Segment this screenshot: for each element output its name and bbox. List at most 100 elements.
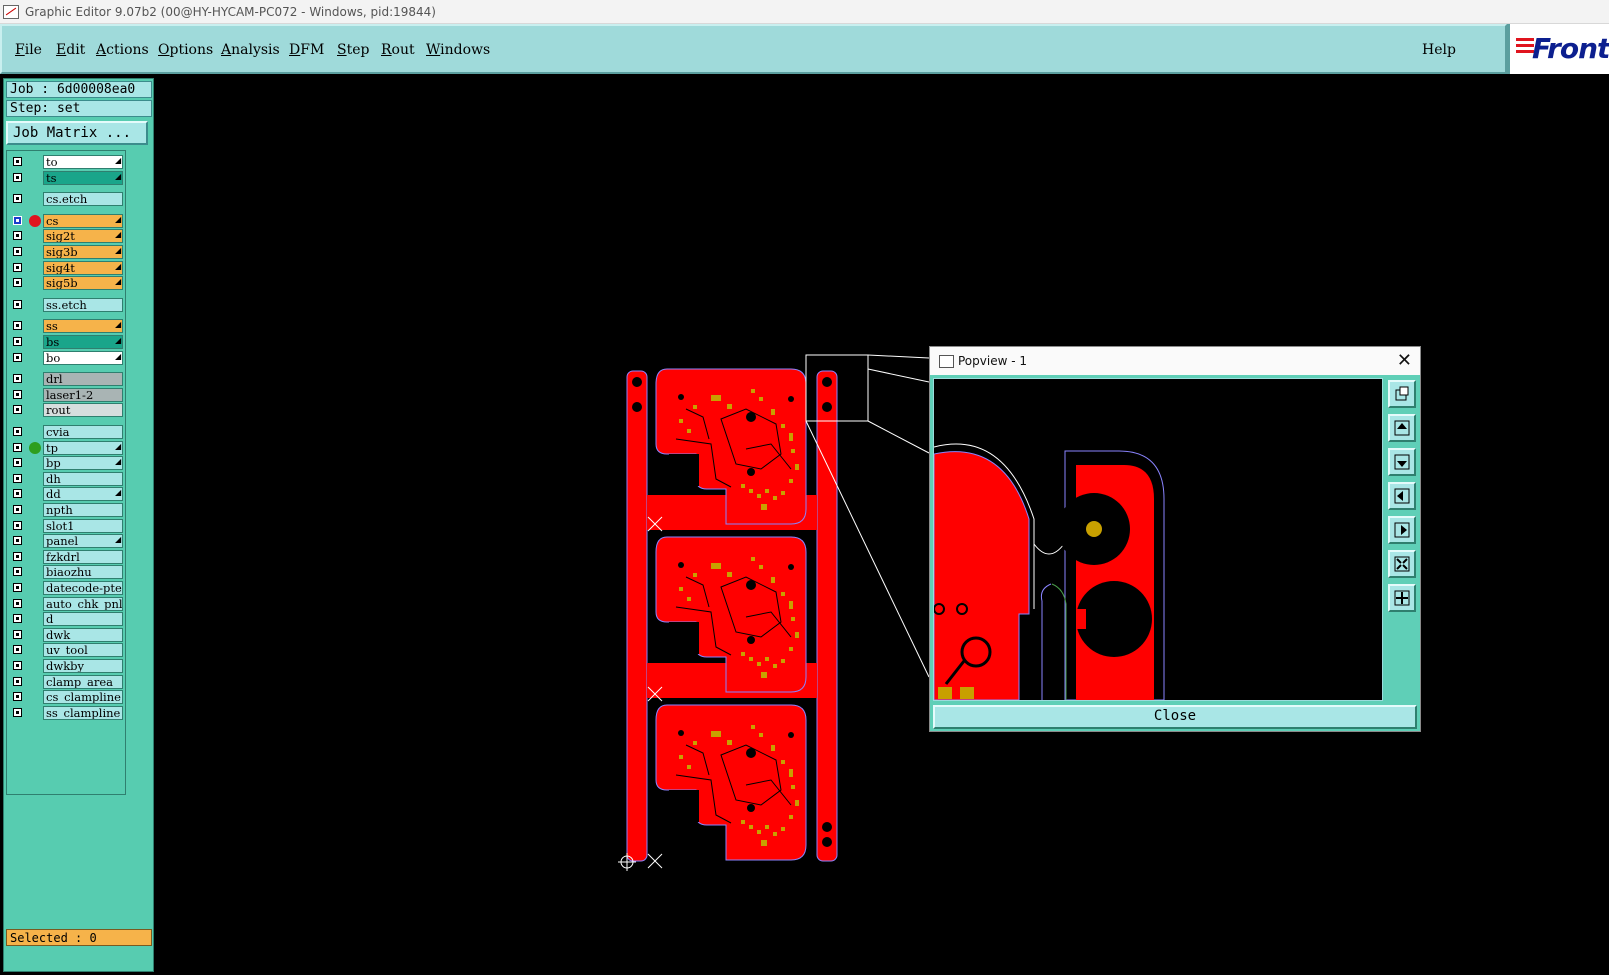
layer-checkbox[interactable] [13,427,22,436]
popview-close-button[interactable]: Close [933,705,1417,729]
layer-name[interactable]: clamp_area [43,674,123,689]
menu-step[interactable]: Step [337,42,369,58]
layer-name[interactable]: bo [43,350,123,365]
layer-row-clamp-area[interactable]: clamp_area [7,674,127,689]
layer-checkbox[interactable] [13,172,22,182]
layer-name[interactable]: dh [43,471,123,486]
layer-row-drl[interactable]: drl [7,372,127,387]
menu-help[interactable]: Help [1422,42,1456,58]
layer-row-sig5b[interactable]: sig5b ◢ [7,276,127,291]
menu-rout[interactable]: Rout [381,42,415,58]
layer-row-ss-clampline[interactable]: ss_clampline [7,705,127,720]
layer-checkbox[interactable] [13,661,22,670]
layer-checkbox[interactable] [13,645,22,655]
layer-name[interactable]: slot1 [43,518,123,533]
layer-name[interactable]: tp [43,440,123,455]
layer-checkbox[interactable] [13,473,22,483]
layer-name[interactable]: cs_clampline [43,690,123,705]
layer-checkbox[interactable] [13,374,22,384]
layer-row-sig2t[interactable]: sig2t ◢ [7,229,127,244]
layer-checkbox[interactable] [13,442,22,452]
pan-up-icon[interactable] [1388,414,1416,442]
pan-down-icon[interactable] [1388,448,1416,476]
layer-name[interactable]: laser1-2 [43,387,123,402]
zoom-window-icon[interactable] [1388,380,1416,408]
layer-checkbox[interactable] [13,583,22,592]
layer-name[interactable]: to [43,155,123,169]
layer-name[interactable]: uv_tool [43,643,123,658]
layer-checkbox[interactable] [13,598,22,608]
layer-row-cs-etch[interactable]: cs.etch [7,192,127,207]
layer-name[interactable]: sig5b [43,276,123,291]
layer-name[interactable]: datecode-pte [43,581,123,595]
layer-row-bp[interactable]: bp ◢ [7,456,127,471]
layer-name[interactable]: drl [43,372,123,387]
layer-name[interactable]: ts [43,170,123,185]
layer-checkbox[interactable] [13,247,22,256]
layer-row-bo[interactable]: bo ◢ [7,350,127,365]
layer-row-datecode-pte[interactable]: datecode-pte [7,581,127,595]
layer-row-panel[interactable]: panel ◢ [7,534,127,549]
layer-checkbox[interactable] [13,405,22,415]
menu-windows[interactable]: Windows [426,42,490,58]
layer-row-dwkby[interactable]: dwkby [7,659,127,673]
layer-row-cs[interactable]: cs ◢ [7,213,127,228]
layer-name[interactable]: sig2t [43,229,123,244]
layer-name[interactable]: cvia [43,425,123,439]
zoom-in-icon[interactable] [1388,584,1416,612]
layer-checkbox[interactable] [13,337,22,346]
layer-name[interactable]: bs [43,335,123,349]
close-icon[interactable]: ✕ [1397,350,1412,371]
popview-zoom-view[interactable] [933,378,1383,701]
layer-row-fzkdrl[interactable]: fzkdrl [7,549,127,564]
layer-row-dd[interactable]: dd ◢ [7,487,127,502]
layer-checkbox[interactable] [13,520,22,530]
layer-checkbox[interactable] [13,389,22,399]
menu-actions[interactable]: Actions [96,42,149,58]
layer-row-dh[interactable]: dh [7,471,127,486]
layer-checkbox[interactable] [13,321,22,331]
layer-row-d[interactable]: d [7,612,127,627]
layer-name[interactable]: cs.etch [43,192,123,207]
layer-row-cs-clampline[interactable]: cs_clampline [7,690,127,705]
layer-row-to[interactable]: to ◢ [7,155,127,169]
layer-row-sig3b[interactable]: sig3b ◢ [7,245,127,259]
layer-row-slot1[interactable]: slot1 [7,518,127,533]
job-matrix-button[interactable]: Job Matrix ... [6,121,148,145]
menu-dfm[interactable]: DFM [289,42,324,58]
layer-row-biaozhu[interactable]: biaozhu [7,565,127,580]
layer-name[interactable]: npth [43,503,123,517]
layer-name[interactable]: ss.etch [43,297,123,312]
layer-checkbox[interactable] [13,676,22,686]
layer-name[interactable]: dwkby [43,659,123,673]
layer-checkbox[interactable] [13,692,22,702]
layer-name[interactable]: sig3b [43,245,123,259]
layer-checkbox[interactable] [13,458,22,468]
layer-name[interactable]: dd [43,487,123,502]
layer-checkbox[interactable] [13,299,22,309]
layer-checkbox[interactable] [13,352,22,362]
layer-checkbox[interactable] [13,194,22,204]
layer-row-auto-chk-pnl[interactable]: auto_chk_pnl [7,596,127,611]
layer-checkbox[interactable] [13,614,22,624]
layer-checkbox[interactable] [13,215,22,225]
layer-row-ts[interactable]: ts ◢ [7,170,127,185]
layer-row-uv-tool[interactable]: uv_tool [7,643,127,658]
layer-name[interactable]: sig4t [43,260,123,275]
menu-analysis[interactable]: Analysis [221,42,280,58]
layer-name[interactable]: bp [43,456,123,471]
pan-right-icon[interactable] [1388,516,1416,544]
layer-name[interactable]: fzkdrl [43,549,123,564]
layer-checkbox[interactable] [13,505,22,514]
layer-checkbox[interactable] [13,231,22,241]
layer-row-npth[interactable]: npth [7,503,127,517]
menu-edit[interactable]: Edit [56,42,85,58]
layer-name[interactable]: d [43,612,123,627]
layer-row-rout[interactable]: rout [7,403,127,418]
layer-checkbox[interactable] [13,157,22,166]
layer-name[interactable]: ss [43,319,123,334]
layer-row-laser1-2[interactable]: laser1-2 [7,387,127,402]
layer-name[interactable]: auto_chk_pnl [43,596,123,611]
layer-checkbox[interactable] [13,707,22,717]
layer-row-ss[interactable]: ss ◢ [7,319,127,334]
